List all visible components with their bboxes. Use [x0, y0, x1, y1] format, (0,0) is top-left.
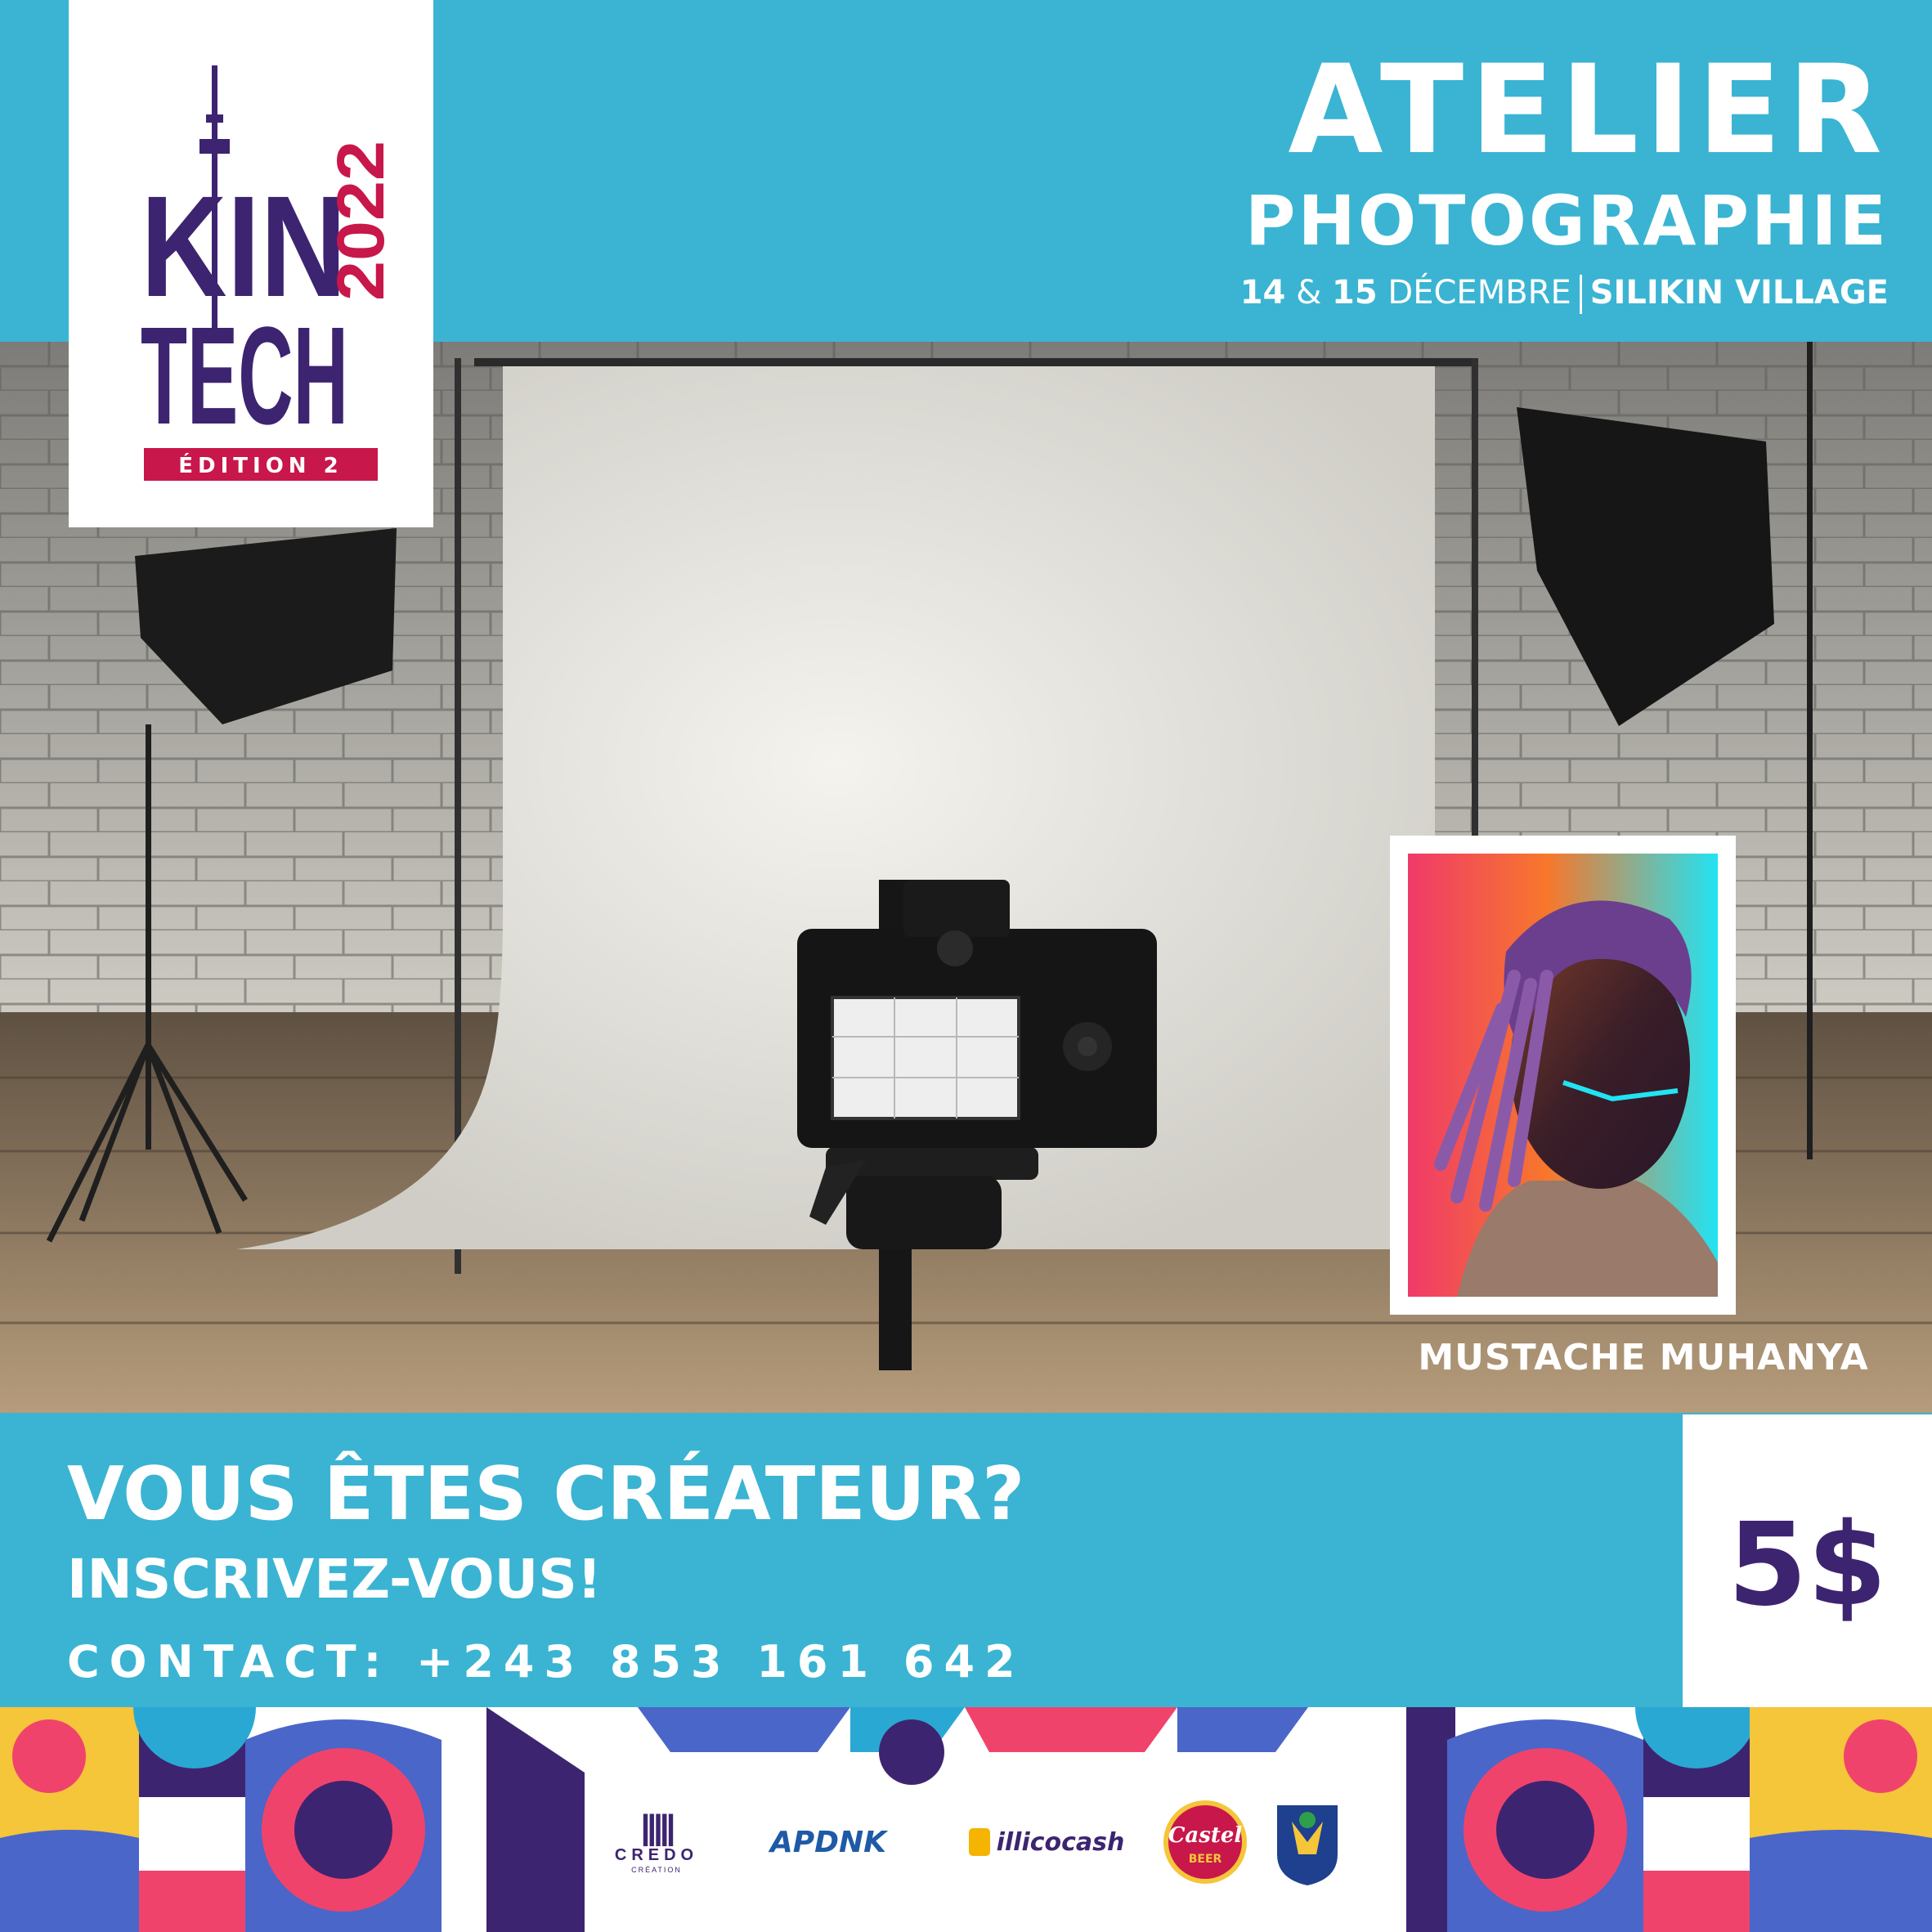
date-month: DÉCEMBRE	[1387, 274, 1571, 312]
speaker-portrait-art	[1408, 854, 1718, 1297]
sponsor-castel-logo: Castel BEER	[1159, 1797, 1251, 1887]
illicocash-icon	[968, 1828, 990, 1856]
cta-register: INSCRIVEZ-VOUS!	[67, 1548, 602, 1611]
date-venue-divider	[1579, 275, 1582, 314]
credo-name: CREDO	[614, 1846, 699, 1864]
speaker-name: MUSTACHE MUHANYA	[1418, 1337, 1869, 1378]
date-day2: 15	[1332, 274, 1378, 312]
event-date-venue: 14 & 15 DÉCEMBRE SILIKIN VILLAGE	[1240, 271, 1889, 314]
illicocash-name: illicocash	[996, 1827, 1125, 1857]
apdnk-name: APDNK	[769, 1825, 887, 1859]
castel-name: Castel	[1168, 1823, 1243, 1848]
sponsor-apdnk-logo: APDNK	[728, 1797, 929, 1887]
logo-year: 2022	[324, 141, 398, 301]
castel-beer: BEER	[1189, 1853, 1222, 1866]
sponsor-credo-logo: ||||| CREDO CRÉATION	[603, 1797, 710, 1887]
sponsor-ville-de-kinshasa-crest	[1269, 1797, 1346, 1887]
date-day1: 14	[1239, 274, 1286, 312]
event-subtitle: PHOTOGRAPHIE	[1244, 181, 1889, 261]
sponsor-illicocash-logo: illicocash	[965, 1797, 1128, 1887]
event-title-block: ATELIER PHOTOGRAPHIE 14 & 15 DÉCEMBRE SIL…	[1240, 49, 1889, 314]
price: 5$	[1728, 1499, 1887, 1632]
cta-headline: VOUS ÊTES CRÉATEUR?	[67, 1451, 1025, 1537]
price-box: 5$	[1683, 1414, 1932, 1707]
credo-subtitle: CRÉATION	[631, 1866, 682, 1874]
flyer: KIN TECH 2022 ÉDITION 2 ATELIER PHOTOGRA…	[0, 0, 1932, 1932]
logo-edition: ÉDITION 2	[178, 452, 343, 478]
event-title: ATELIER	[1288, 39, 1889, 182]
venue: SILIKIN VILLAGE	[1589, 274, 1889, 312]
date-amp: &	[1296, 274, 1322, 312]
cta-contact-phone: CONTACT: +243 853 161 642	[67, 1636, 1025, 1688]
kintech-logo: KIN TECH 2022 ÉDITION 2	[69, 0, 433, 527]
credo-bars-icon: |||||	[640, 1808, 676, 1846]
sponsor-footer: ||||| CREDO CRÉATION APDNK illicocash Ca…	[0, 1707, 1932, 1932]
speaker-portrait	[1390, 836, 1736, 1315]
logo-tech: TECH	[141, 298, 348, 454]
